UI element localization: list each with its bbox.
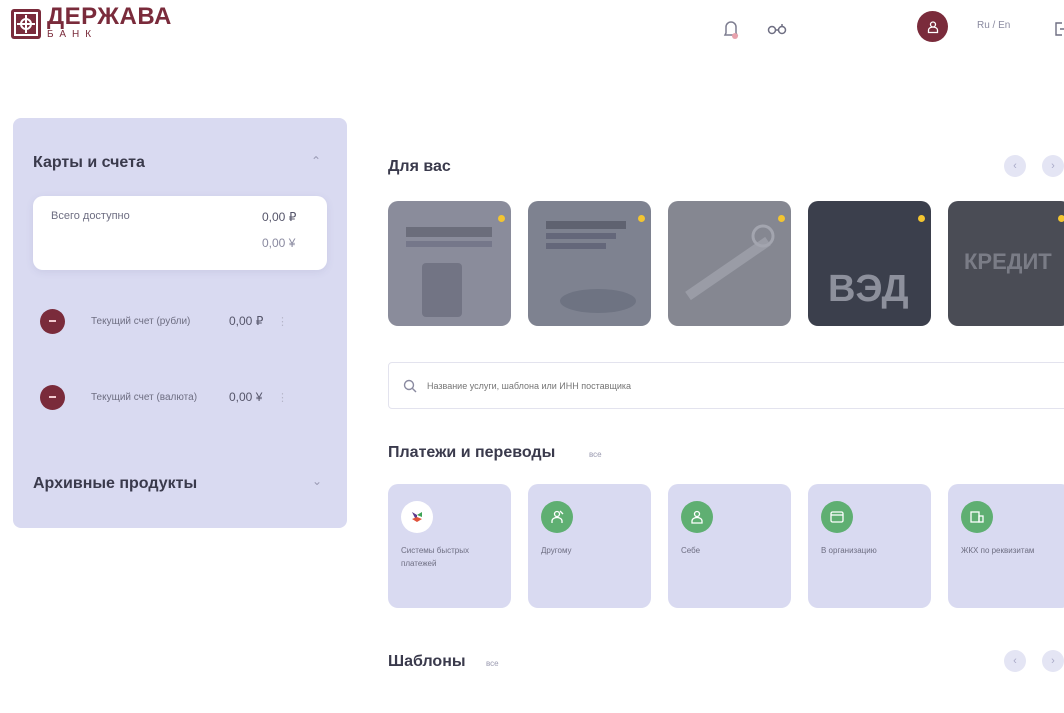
chevron-down-icon[interactable]: ⌄: [312, 474, 322, 488]
notifications-button[interactable]: [718, 16, 744, 42]
more-icon[interactable]: ⋮: [277, 391, 288, 404]
promo-card-4[interactable]: ВЭД: [808, 201, 931, 326]
logo-title: ДЕРЖАВА: [47, 3, 172, 30]
templates-next-button[interactable]: ›: [1042, 650, 1064, 672]
glasses-icon: [767, 24, 787, 35]
wallet-icon: [821, 501, 853, 533]
self-transfer-icon: [681, 501, 713, 533]
user-icon: [927, 20, 938, 33]
templates-prev-button[interactable]: ‹: [1004, 650, 1026, 672]
chevron-right-icon: ›: [1051, 655, 1055, 667]
account-icon: [40, 384, 65, 410]
prev-arrow-button[interactable]: ‹: [1004, 155, 1026, 177]
tile-label: В организацию: [821, 546, 877, 555]
search-bar[interactable]: [388, 362, 1064, 409]
more-icon[interactable]: ⋮: [277, 315, 288, 328]
tile-label: ЖКХ по реквизитам: [961, 546, 1035, 555]
account-balance: 0,00 ¥: [229, 390, 263, 404]
templates-title: Шаблоны: [388, 653, 466, 670]
chevron-up-icon[interactable]: ⌃: [311, 154, 321, 168]
bell-icon: [723, 21, 739, 39]
chevron-left-icon: ‹: [1013, 655, 1017, 667]
payment-tile-other-person[interactable]: Другому: [528, 484, 651, 608]
promo-card-3[interactable]: [668, 201, 791, 326]
payments-all-link[interactable]: все: [589, 450, 602, 459]
promo-card-2[interactable]: [528, 201, 651, 326]
sbp-icon: [401, 501, 433, 533]
promo-caption: ВЭД: [828, 268, 909, 310]
promo-card-1[interactable]: [388, 201, 511, 326]
account-name: Текущий счет (валюта): [91, 391, 198, 403]
chevron-left-icon: ‹: [1013, 160, 1017, 172]
star-icon: [1058, 215, 1064, 222]
available-usd: 0,00 ¥: [262, 236, 296, 250]
star-icon: [638, 215, 645, 222]
account-row-rub[interactable]: Текущий счет (рубли) 0,00 ₽ ⋮: [40, 304, 330, 338]
logout-icon: [1055, 22, 1064, 36]
promo-caption: КРЕДИТ: [964, 249, 1052, 274]
payments-title: Платежи и переводы: [388, 444, 556, 461]
account-icon: [40, 308, 65, 334]
search-icon: [403, 379, 417, 392]
templates-all-link[interactable]: все: [486, 659, 499, 668]
available-card: [33, 196, 327, 270]
search-input[interactable]: [425, 379, 929, 392]
payment-tile-self[interactable]: Себе: [668, 484, 791, 608]
next-arrow-button[interactable]: ›: [1042, 155, 1064, 177]
language-switch[interactable]: Ru / En: [977, 20, 1010, 31]
payment-tile-organization[interactable]: В организацию: [808, 484, 931, 608]
payment-tile-sbp[interactable]: Системы быстрых платежей: [388, 484, 511, 608]
star-icon: [498, 215, 505, 222]
available-rub: 0,00 ₽: [262, 210, 297, 224]
chevron-right-icon: ›: [1051, 160, 1055, 172]
profile-avatar[interactable]: [917, 11, 948, 42]
logo-subtitle: БАНК: [47, 29, 98, 40]
promo-card-5[interactable]: КРЕДИТ: [948, 201, 1064, 326]
archive-products-title[interactable]: Архивные продукты: [33, 475, 197, 493]
available-label: Всего доступно: [51, 210, 130, 222]
bank-logo[interactable]: ДЕРЖАВА БАНК: [11, 5, 172, 41]
account-name: Текущий счет (рубли): [91, 315, 191, 327]
for-you-title: Для вас: [388, 158, 451, 175]
logout-button[interactable]: [1048, 16, 1064, 42]
bank-logo-icon: [11, 9, 41, 39]
tile-label: Другому: [541, 546, 572, 555]
account-balance: 0,00 ₽: [229, 314, 264, 328]
payment-tile-utilities[interactable]: ЖКХ по реквизитам: [948, 484, 1064, 608]
star-icon: [778, 215, 785, 222]
transfer-person-icon: [541, 501, 573, 533]
tile-label: Себе: [681, 546, 701, 555]
house-icon: [961, 501, 993, 533]
cards-accounts-title[interactable]: Карты и счета: [33, 154, 145, 172]
tile-label: Системы быстрых платежей: [401, 546, 469, 568]
star-icon: [918, 215, 925, 222]
glasses-button[interactable]: [764, 16, 790, 42]
account-row-currency[interactable]: Текущий счет (валюта) 0,00 ¥ ⋮: [40, 380, 330, 414]
